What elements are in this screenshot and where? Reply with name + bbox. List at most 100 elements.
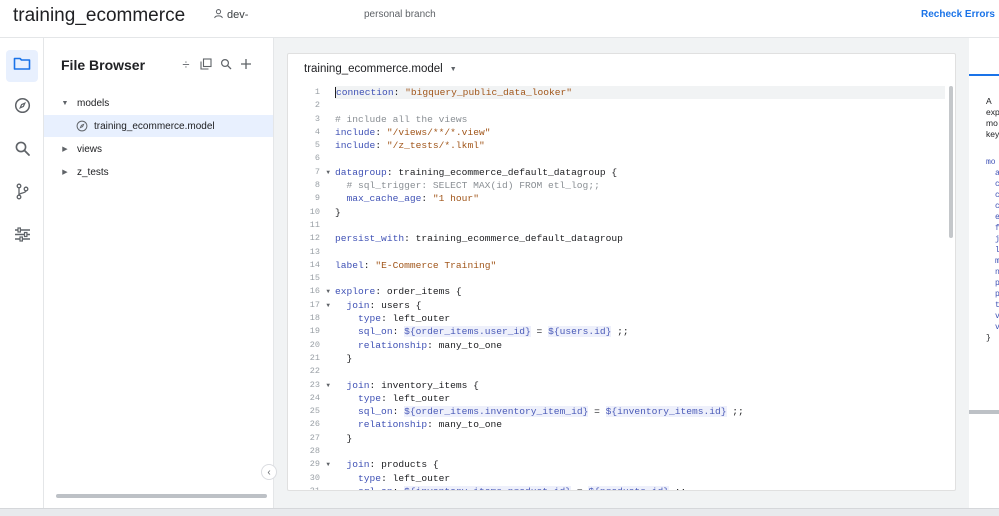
chevron-down-icon[interactable]: ▼ — [59, 100, 71, 107]
line-number: 25 — [309, 406, 320, 417]
code-line[interactable]: include: "/views/**/*.view" — [335, 126, 945, 139]
help-pane-scrollbar[interactable] — [969, 410, 999, 414]
line-number: 24 — [309, 392, 320, 403]
code-line[interactable]: type: left_outer — [335, 392, 945, 405]
code-line[interactable]: type: left_outer — [335, 312, 945, 325]
editor-file-tab[interactable]: training_ecommerce.model ▼ — [304, 63, 457, 75]
code-line[interactable]: connection: "bigquery_public_data_looker… — [335, 86, 945, 100]
fold-icon: ▼ — [326, 381, 330, 389]
line-number: 11 — [309, 219, 320, 230]
sort-icon[interactable]: ÷ — [180, 57, 192, 72]
line-number-foldable[interactable]: 7 ▼ — [288, 166, 332, 179]
code-line[interactable]: join: products { — [335, 458, 945, 471]
line-number: 6 — [314, 153, 320, 164]
user-label: dev- — [227, 9, 249, 21]
chevron-left-icon: ‹ — [267, 466, 271, 478]
tree-folder-models[interactable]: ▼ models — [44, 92, 273, 114]
line-number: 5 — [314, 140, 320, 151]
git-branch-icon — [15, 183, 30, 205]
code-line[interactable]: sql_on: ${order_items.user_id} = ${users… — [335, 325, 945, 338]
code-line[interactable] — [335, 445, 945, 458]
rail-settings-button[interactable] — [6, 221, 38, 253]
line-number: 2 — [314, 100, 320, 111]
help-code-fragment: c — [995, 191, 999, 200]
line-number-foldable[interactable]: 17 ▼ — [288, 299, 332, 312]
add-icon[interactable] — [240, 57, 252, 71]
vertical-scrollbar[interactable] — [949, 86, 953, 238]
file-browser-toolbar: ÷ — [180, 57, 252, 72]
code-line[interactable] — [335, 99, 945, 112]
line-number-foldable[interactable]: 29 ▼ — [288, 458, 332, 471]
line-number: 30 — [309, 472, 320, 483]
compass-icon — [76, 120, 88, 132]
rail-git-button[interactable] — [6, 178, 38, 210]
code-line[interactable]: join: inventory_items { — [335, 379, 945, 392]
code-line[interactable]: relationship: many_to_one — [335, 418, 945, 431]
help-code-fragment: mo — [986, 158, 996, 167]
folder-icon — [13, 56, 31, 76]
code-line[interactable]: } — [335, 352, 945, 365]
branch-label[interactable]: personal branch — [364, 9, 436, 20]
tree-file-training-ecommerce-model[interactable]: training_ecommerce.model — [44, 115, 273, 137]
code-line[interactable]: label: "E-Commerce Training" — [335, 259, 945, 272]
chevron-right-icon[interactable]: ▶ — [59, 168, 71, 176]
rail-file-browser-button[interactable] — [6, 50, 38, 82]
code-line[interactable] — [335, 246, 945, 259]
help-code-fragment: c — [995, 180, 999, 189]
code-line[interactable] — [335, 272, 945, 285]
line-number: 4 — [314, 126, 320, 137]
tree-folder-views[interactable]: ▶ views — [44, 138, 273, 160]
collapse-panel-button[interactable]: ‹ — [261, 464, 277, 480]
code-line[interactable]: include: "/z_tests/*.lkml" — [335, 139, 945, 152]
chevron-down-icon[interactable]: ▼ — [450, 66, 457, 73]
tree-folder-label: z_tests — [77, 166, 109, 178]
code-line[interactable]: join: users { — [335, 299, 945, 312]
line-number: 19 — [309, 326, 320, 337]
code-line[interactable] — [335, 219, 945, 232]
help-code-fragment: v — [995, 312, 999, 321]
tree-folder-z-tests[interactable]: ▶ z_tests — [44, 161, 273, 183]
side-rail — [0, 38, 44, 508]
code-line[interactable]: max_cache_age: "1 hour" — [335, 192, 945, 205]
code-line[interactable]: } — [335, 432, 945, 445]
code-line[interactable]: sql_on: ${inventory_items.product_id} = … — [335, 485, 945, 490]
help-text-fragment: key — [986, 129, 999, 139]
code-line[interactable]: } — [335, 206, 945, 219]
top-bar: training_ecommerce dev- personal branch … — [0, 0, 999, 38]
help-code-fragment: j — [995, 235, 999, 244]
code-line[interactable]: persist_with: training_ecommerce_default… — [335, 232, 945, 245]
search-icon[interactable] — [220, 57, 232, 71]
code-line[interactable]: # include all the views — [335, 113, 945, 126]
horizontal-scrollbar[interactable] — [56, 494, 267, 498]
line-number-foldable[interactable]: 16 ▼ — [288, 285, 332, 298]
help-code-fragment: } — [986, 334, 991, 343]
line-number: 10 — [309, 206, 320, 217]
code-line[interactable]: type: left_outer — [335, 472, 945, 485]
line-number: 15 — [309, 273, 320, 284]
help-text-fragment: exp — [986, 107, 999, 117]
recheck-errors-button[interactable]: Recheck Errors — [921, 9, 995, 20]
chevron-right-icon[interactable]: ▶ — [59, 145, 71, 153]
code-line[interactable] — [335, 152, 945, 165]
editor-file-name: training_ecommerce.model — [304, 63, 443, 75]
code-line[interactable]: relationship: many_to_one — [335, 339, 945, 352]
compass-icon — [14, 97, 31, 119]
copy-icon[interactable] — [200, 57, 212, 71]
code-line[interactable]: datagroup: training_ecommerce_default_da… — [335, 166, 945, 179]
code-line[interactable]: explore: order_items { — [335, 285, 945, 298]
line-gutter: 1 2 3 4 5 6 7 ▼ 8 9 10 11 12 13 14 15 16 ▼… — [288, 86, 332, 491]
line-number: 21 — [309, 352, 320, 363]
line-number: 31 — [309, 485, 320, 491]
rail-object-browser-button[interactable] — [6, 92, 38, 124]
code-line[interactable]: sql_on: ${order_items.inventory_item_id}… — [335, 405, 945, 418]
help-code-fragment: a — [995, 169, 999, 178]
tree-file-label: training_ecommerce.model — [94, 120, 215, 132]
fold-icon: ▼ — [326, 461, 330, 469]
code-lines[interactable]: connection: "bigquery_public_data_looker… — [335, 86, 945, 490]
code-area[interactable]: 1 2 3 4 5 6 7 ▼ 8 9 10 11 12 13 14 15 16 ▼… — [288, 86, 955, 491]
code-line[interactable]: # sql_trigger: SELECT MAX(id) FROM etl_l… — [335, 179, 945, 192]
rail-search-button[interactable] — [6, 135, 38, 167]
user-indicator[interactable]: dev- — [213, 8, 248, 22]
code-line[interactable] — [335, 365, 945, 378]
line-number-foldable[interactable]: 23 ▼ — [288, 379, 332, 392]
